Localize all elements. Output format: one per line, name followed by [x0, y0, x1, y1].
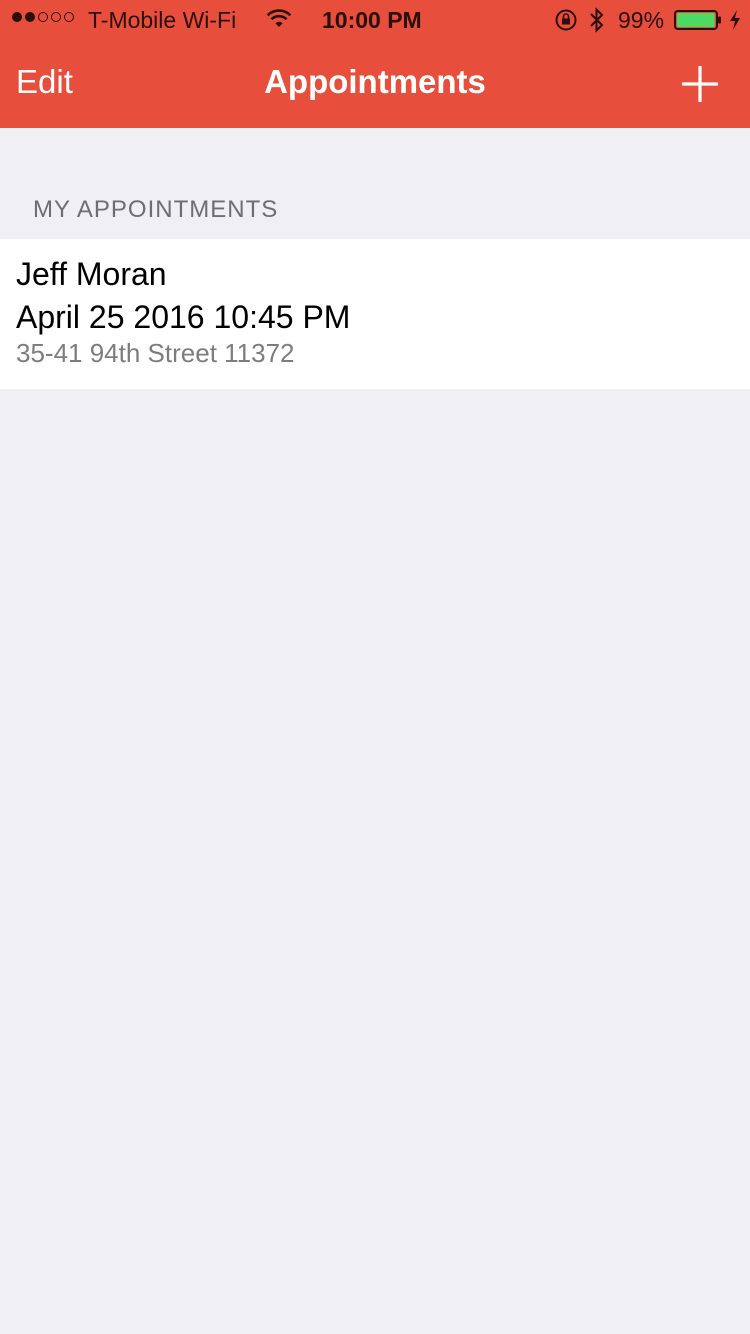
- navigation-bar: Edit Appointments: [0, 40, 750, 128]
- clock: 10:00 PM: [322, 7, 422, 33]
- signal-dot: [12, 12, 22, 22]
- appointment-address: 35-41 94th Street 11372: [16, 338, 295, 368]
- signal-dot: [64, 12, 74, 22]
- signal-dot: [38, 12, 48, 22]
- signal-dot: [25, 12, 35, 22]
- appointment-name: Jeff Moran: [16, 256, 167, 292]
- appointment-cell[interactable]: Jeff Moran April 25 2016 10:45 PM 35-41 …: [0, 239, 750, 389]
- carrier-name: T-Mobile Wi-Fi: [88, 7, 237, 33]
- rotation-lock-icon: [555, 9, 577, 31]
- battery-percentage: 99%: [618, 7, 665, 33]
- battery-icon: [674, 10, 721, 30]
- page-title: Appointments: [264, 63, 486, 100]
- signal-dot: [51, 12, 61, 22]
- app-header: T-Mobile Wi-Fi 10:00 PM 99% Edit Appoint…: [0, 0, 750, 128]
- section-header: MY APPOINTMENTS: [33, 196, 279, 223]
- signal-strength-icon: [12, 12, 74, 22]
- status-bar: T-Mobile Wi-Fi 10:00 PM 99%: [0, 0, 750, 40]
- wifi-icon: [266, 9, 292, 27]
- bluetooth-icon: [590, 7, 604, 33]
- plus-icon: [682, 66, 718, 102]
- add-appointment-button[interactable]: [676, 60, 724, 108]
- charging-icon: [730, 10, 740, 30]
- appointment-datetime: April 25 2016 10:45 PM: [16, 299, 351, 335]
